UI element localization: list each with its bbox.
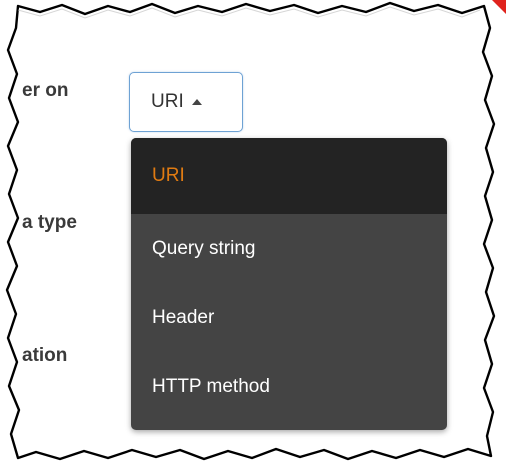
field-label-2: a type bbox=[22, 212, 77, 233]
caret-up-icon bbox=[191, 99, 202, 105]
menu-item-label: HTTP method bbox=[152, 375, 270, 397]
menu-item-http-method[interactable]: HTTP method bbox=[131, 352, 447, 421]
menu-item-header[interactable]: Header bbox=[131, 283, 447, 352]
select-value: URI bbox=[151, 91, 184, 112]
menu-item-label: URI bbox=[152, 165, 185, 186]
menu-item-query-string[interactable]: Query string bbox=[131, 214, 447, 283]
corner-accent-icon bbox=[492, 0, 506, 14]
menu-item-label: Query string bbox=[152, 237, 256, 259]
match-on-select[interactable]: URI bbox=[129, 72, 243, 132]
field-label-1: er on bbox=[22, 80, 69, 101]
menu-item-label: Header bbox=[152, 306, 215, 328]
menu-item-uri[interactable]: URI bbox=[131, 138, 447, 214]
screenshot-stage: er on a type ation URI URI Query string … bbox=[0, 0, 506, 470]
field-label-3: ation bbox=[22, 345, 68, 366]
dropdown-menu: URI Query string Header HTTP method bbox=[131, 138, 447, 430]
